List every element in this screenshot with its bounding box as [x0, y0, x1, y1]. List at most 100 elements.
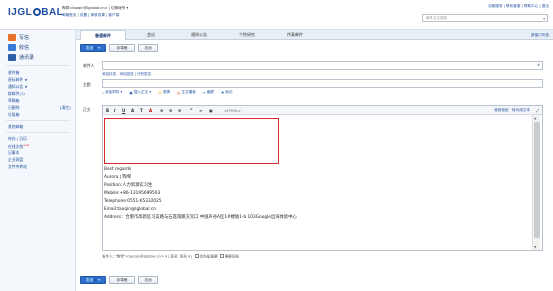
insert-inline-button[interactable]: ▣ 插入正文 ▾	[129, 90, 151, 95]
html-mode-toggle[interactable]: <HTML>	[224, 108, 241, 113]
help-links[interactable]: 自助服务 | 联系客服 | 帮助中心 | 退出	[488, 4, 549, 9]
underline-button[interactable]: U	[122, 108, 125, 113]
link-button[interactable]: ∞	[199, 108, 202, 113]
emoji-label: 表情	[162, 90, 171, 94]
new-badge: new	[23, 143, 30, 147]
save-draft-button[interactable]: 存草稿	[109, 44, 135, 52]
send-dropdown-icon[interactable]: ▾	[95, 278, 100, 282]
ordered-list-button[interactable]: ≡	[169, 108, 172, 113]
scroll-down-icon[interactable]: ▼	[534, 245, 536, 249]
template-label: 正文模板	[181, 90, 196, 94]
search-placeholder: 邮件全文搜索	[426, 16, 447, 20]
send-dropdown-icon[interactable]: ▾	[95, 46, 100, 50]
folder-starred[interactable]: 星标邮件 ★	[8, 77, 28, 83]
open-in-new-window-link[interactable]: 新窗口写信	[531, 33, 549, 38]
screenshot-label: 截屏	[206, 90, 214, 94]
signature-line: Best regards	[104, 167, 132, 172]
send-label: 发送	[86, 278, 94, 282]
editor-scrollbar[interactable]: ▲ ▼	[532, 115, 540, 250]
tab-announcement[interactable]: 通知公告	[176, 30, 222, 40]
tool-netdisk[interactable]: 企业网盘	[8, 157, 23, 163]
folder-drafts[interactable]: 草稿箱	[8, 98, 19, 104]
add-contact-icon[interactable]: ⊕	[537, 63, 540, 67]
top-header: IJGL BAL 陶琴<taoqin@lglobal.cn> | 切换帐号 ▾ 邮…	[0, 0, 553, 30]
highlight-button[interactable]: A	[149, 108, 152, 113]
highlighted-empty-body-area[interactable]	[104, 118, 279, 164]
search-dropdown-icon[interactable]: ▾	[543, 17, 545, 21]
empty-trash-link[interactable]: [清空]	[60, 105, 71, 111]
contacts-icon	[8, 54, 16, 61]
tab-fax-mail[interactable]: 传真邮件	[272, 30, 318, 40]
sidebar-contacts-label: 通讯录	[19, 55, 35, 61]
tab-personal-research[interactable]: 个性研究	[224, 30, 270, 40]
message-editor[interactable]: B I U A T A ≡ ≡ ≡ ” ∞ ▣ <HTML> 使用信纸 · 转为…	[102, 105, 543, 251]
scrollbar-thumb[interactable]	[534, 122, 540, 238]
tag-icon: ⚑	[221, 90, 225, 95]
save-draft-button-bottom[interactable]: 存草稿	[109, 276, 135, 284]
mail-search-input[interactable]: 邮件全文搜索 ▾	[422, 14, 548, 22]
folder-inbox[interactable]: 收件箱	[8, 70, 19, 76]
current-user[interactable]: 陶琴<taoqin@lglobal.cn> | 切换帐号 ▾	[62, 6, 128, 11]
other-mailboxes[interactable]: 其他邮箱	[8, 124, 23, 130]
tab-normal-mail[interactable]: 普通邮件	[80, 30, 126, 40]
attachment-toolbar: ⌕ 添加附件 ▾ ▣ 插入正文 ▾ ☺ 表情 ▤ 正文模板 ✂ 截屏 ⚑ 标记	[102, 90, 232, 95]
tool-todo-calendar[interactable]: 待办 | 日历	[8, 136, 27, 142]
receipt-label: 需要回执	[224, 254, 240, 259]
sender-signature-select[interactable]: 发件人: "陶琴"<taoqin@lglobal.cn> ▾ | 签名: 签名 …	[102, 255, 192, 259]
align-button[interactable]: ≡	[160, 108, 163, 113]
add-attachment-button[interactable]: ⌕ 添加附件 ▾	[102, 90, 122, 95]
signature-line: Address：合肥市高新区习友路与石莲南路交叉口 中国声谷A区1#楼独1-b …	[104, 215, 297, 220]
signature-line: Position:人力资源实习生	[104, 183, 153, 188]
tool-online-docs[interactable]: 在线文档new	[8, 143, 29, 150]
sender-options: 发件人: "陶琴"<taoqin@lglobal.cn> ▾ | 签名: 签名 …	[102, 254, 239, 260]
font-size-button[interactable]: T	[140, 108, 143, 113]
company-logo[interactable]: IJGL BAL	[8, 7, 63, 18]
mark-button[interactable]: ⚑ 标记	[221, 90, 232, 95]
unordered-list-button[interactable]: ≡	[178, 108, 181, 113]
send-label: 发送	[86, 46, 94, 50]
editor-toolbar: B I U A T A ≡ ≡ ≡ ” ∞ ▣ <HTML> 使用信纸 · 转为…	[103, 106, 542, 115]
italic-button[interactable]: I	[114, 108, 116, 113]
expand-icon[interactable]: ⤢	[536, 108, 539, 113]
priority-label: 优先级重要	[199, 254, 218, 259]
sidebar-compose[interactable]: 写信	[8, 34, 29, 41]
priority-checkbox[interactable]	[194, 254, 199, 258]
scroll-up-icon[interactable]: ▲	[534, 116, 536, 120]
header-nav-links[interactable]: 邮箱首页 | 设置 | 换肤效果 | 客户端	[62, 13, 119, 18]
signature-line: Email:taoqin@lglobal.cn	[104, 207, 157, 212]
sidebar-contacts[interactable]: 通讯录	[8, 54, 34, 61]
receive-icon	[8, 44, 16, 51]
sidebar-divider	[6, 120, 70, 121]
sidebar-inbox-label: 收信	[19, 45, 30, 51]
body-label: 正文	[83, 107, 91, 112]
folder-announcements[interactable]: 通知公告 ★	[8, 84, 28, 90]
compose-icon	[8, 34, 16, 41]
insert-image-icon[interactable]: ▣	[209, 108, 213, 113]
receipt-checkbox[interactable]	[219, 254, 224, 258]
sidebar-divider	[6, 132, 70, 133]
close-button-bottom[interactable]: 关闭	[138, 276, 158, 284]
folder-deleted[interactable]: 已删除	[8, 105, 19, 111]
send-button-bottom[interactable]: 发送 ▾	[80, 276, 106, 284]
image-icon: ▣	[129, 90, 133, 95]
tool-file-transfer[interactable]: 文件中转站	[8, 164, 27, 170]
template-button[interactable]: ▤ 正文模板	[177, 90, 196, 95]
quote-button[interactable]: ”	[190, 108, 193, 113]
tool-online-docs-label: 在线文档	[8, 144, 24, 149]
subject-label: 主题	[83, 82, 91, 87]
close-button[interactable]: 关闭	[138, 44, 158, 52]
sidebar-inbox[interactable]: 收信	[8, 44, 29, 51]
folder-spam[interactable]: 垃圾箱	[8, 112, 19, 118]
tool-notepad[interactable]: 记事本	[8, 150, 19, 156]
screenshot-button[interactable]: ✂ 截屏	[203, 90, 214, 95]
send-button[interactable]: 发送 ▾	[80, 44, 106, 52]
subject-field[interactable]	[102, 79, 543, 88]
stationery-plaintext-links[interactable]: 使用信纸 · 转为纯文本	[494, 108, 530, 113]
font-color-button[interactable]: A	[131, 108, 134, 113]
bold-button[interactable]: B	[106, 108, 109, 113]
emoji-button[interactable]: ☺ 表情	[158, 90, 170, 95]
cc-bcc-links[interactable]: 添加抄送 - 添加密送 | 分别发送	[102, 72, 151, 77]
folder-group-mail[interactable]: 群邮件(1)	[8, 91, 25, 97]
to-field[interactable]: ⊕	[102, 61, 543, 70]
tab-meeting[interactable]: 会议	[128, 30, 174, 40]
